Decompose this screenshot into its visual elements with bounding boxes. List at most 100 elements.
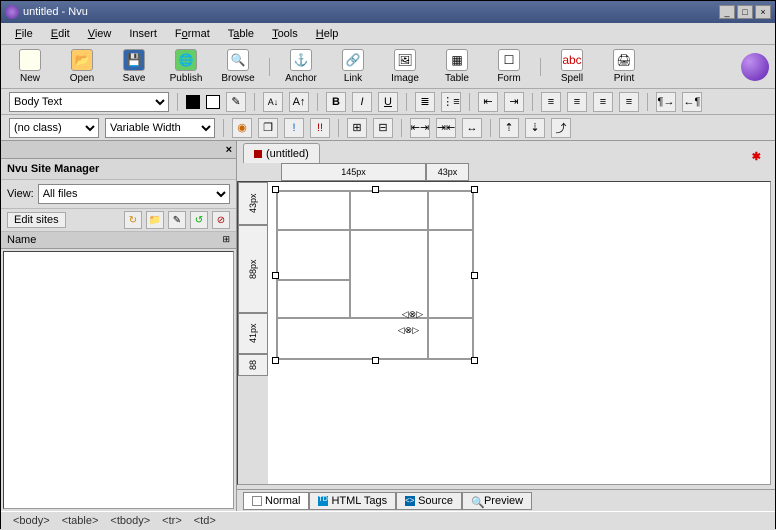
print-button[interactable]: 🖨Print xyxy=(601,49,647,84)
delete-icon[interactable]: ⊘ xyxy=(212,211,230,229)
paragraph-select[interactable]: Body Text xyxy=(9,92,169,112)
rename-icon[interactable]: ✎ xyxy=(168,211,186,229)
selected-table[interactable]: ◁⊗▷◁⊗▷ xyxy=(276,190,474,360)
close-tab-icon[interactable]: ✱ xyxy=(744,150,769,163)
breadcrumb-body[interactable]: <body> xyxy=(9,514,54,528)
align-justify-button[interactable]: ≡ xyxy=(619,92,639,112)
fg-color-swatch[interactable] xyxy=(186,95,200,109)
breadcrumb-tr[interactable]: <tr> xyxy=(158,514,186,528)
site-manager-title: Nvu Site Manager xyxy=(1,159,236,180)
save-button[interactable]: 💾Save xyxy=(111,49,157,84)
breadcrumb-table[interactable]: <table> xyxy=(58,514,103,528)
refresh-icon[interactable]: ↻ xyxy=(124,211,142,229)
handle-sw[interactable] xyxy=(272,357,279,364)
z-top-button[interactable]: ⤴ xyxy=(551,118,571,138)
app-icon xyxy=(5,5,19,19)
new-button[interactable]: New xyxy=(7,49,53,84)
handle-e[interactable] xyxy=(471,272,478,279)
edit-sites-button[interactable]: Edit sites xyxy=(7,212,66,228)
dir-rtl-button[interactable]: ←¶ xyxy=(682,92,702,112)
snap-button[interactable]: ↔ xyxy=(462,118,482,138)
menu-help[interactable]: Help xyxy=(308,26,347,42)
z-up-button[interactable]: ⇡ xyxy=(499,118,519,138)
dir-ltr-button[interactable]: ¶→ xyxy=(656,92,676,112)
menu-edit[interactable]: Edit xyxy=(43,26,78,42)
publish-button[interactable]: 🌐Publish xyxy=(163,49,209,84)
menu-insert[interactable]: Insert xyxy=(121,26,165,42)
view-select[interactable]: All files xyxy=(38,184,230,204)
name-column-header[interactable]: Name xyxy=(7,234,36,246)
larger-font-button[interactable]: A↑ xyxy=(289,92,309,112)
bold-button[interactable]: B xyxy=(326,92,346,112)
h-ruler-1[interactable]: 145px xyxy=(281,163,426,181)
v-ruler-3[interactable]: 41px xyxy=(238,313,268,354)
align-center-button[interactable]: ≡ xyxy=(567,92,587,112)
abs-pos-button[interactable]: ⊞ xyxy=(347,118,367,138)
em-button[interactable]: ◉ xyxy=(232,118,252,138)
smaller-font-button[interactable]: A↓ xyxy=(263,92,283,112)
document-tab[interactable]: (untitled) xyxy=(243,143,320,163)
v-ruler-1[interactable]: 43px xyxy=(238,182,268,225)
breadcrumb-tbody[interactable]: <tbody> xyxy=(106,514,154,528)
bring-front-button[interactable]: ⇤⇥ xyxy=(410,118,430,138)
site-manager-panel: × Nvu Site Manager View: All files Edit … xyxy=(1,141,237,511)
grid-button[interactable]: ⊟ xyxy=(373,118,393,138)
breadcrumb-td[interactable]: <td> xyxy=(190,514,220,528)
h-ruler-2[interactable]: 43px xyxy=(426,163,469,181)
font-select[interactable]: Variable Width xyxy=(105,118,215,138)
menubar: File Edit View Insert Format Table Tools… xyxy=(1,23,775,45)
menu-format[interactable]: Format xyxy=(167,26,218,42)
file-list[interactable] xyxy=(3,251,234,509)
spell-button[interactable]: abcSpell xyxy=(549,49,595,84)
handle-s[interactable] xyxy=(372,357,379,364)
highlight-icon[interactable]: ✎ xyxy=(226,92,246,112)
upload-icon[interactable]: ↺ xyxy=(190,211,208,229)
resize-row-icon[interactable]: ◁⊗▷ xyxy=(402,309,423,320)
layer-button[interactable]: ❐ xyxy=(258,118,278,138)
handle-n[interactable] xyxy=(372,186,379,193)
browse-button[interactable]: 🔍Browse xyxy=(215,49,261,84)
class-select[interactable]: (no class) xyxy=(9,118,99,138)
emphasis-button[interactable]: !! xyxy=(310,118,330,138)
indent-button[interactable]: ⇥ xyxy=(504,92,524,112)
strong-button[interactable]: ! xyxy=(284,118,304,138)
preview-tab[interactable]: 🔍Preview xyxy=(462,492,532,510)
bg-color-swatch[interactable] xyxy=(206,95,220,109)
underline-button[interactable]: U xyxy=(378,92,398,112)
handle-w[interactable] xyxy=(272,272,279,279)
outdent-button[interactable]: ⇤ xyxy=(478,92,498,112)
ol-button[interactable]: ⋮≡ xyxy=(441,92,461,112)
normal-tab[interactable]: Normal xyxy=(243,492,309,510)
new-folder-icon[interactable]: 📁 xyxy=(146,211,164,229)
send-back-button[interactable]: ⇥⇤ xyxy=(436,118,456,138)
z-down-button[interactable]: ⇣ xyxy=(525,118,545,138)
menu-file[interactable]: File xyxy=(7,26,41,42)
v-ruler-4[interactable]: 88 xyxy=(238,354,268,376)
column-expand-icon[interactable]: ⊞ xyxy=(222,234,230,246)
italic-button[interactable]: I xyxy=(352,92,372,112)
document-canvas[interactable]: ◁⊗▷◁⊗▷ xyxy=(268,182,770,484)
ul-button[interactable]: ≣ xyxy=(415,92,435,112)
source-tab[interactable]: <>Source xyxy=(396,492,462,510)
menu-view[interactable]: View xyxy=(80,26,120,42)
align-left-button[interactable]: ≡ xyxy=(541,92,561,112)
handle-ne[interactable] xyxy=(471,186,478,193)
link-button[interactable]: 🔗Link xyxy=(330,49,376,84)
menu-table[interactable]: Table xyxy=(220,26,262,42)
handle-nw[interactable] xyxy=(272,186,279,193)
close-button[interactable]: × xyxy=(755,5,771,19)
image-button[interactable]: 🖼Image xyxy=(382,49,428,84)
open-button[interactable]: 📂Open xyxy=(59,49,105,84)
window-title: untitled - Nvu xyxy=(23,6,719,18)
form-button[interactable]: ☐Form xyxy=(486,49,532,84)
handle-se[interactable] xyxy=(471,357,478,364)
menu-tools[interactable]: Tools xyxy=(264,26,306,42)
anchor-button[interactable]: ⚓Anchor xyxy=(278,49,324,84)
maximize-button[interactable]: □ xyxy=(737,5,753,19)
minimize-button[interactable]: _ xyxy=(719,5,735,19)
v-ruler-2[interactable]: 88px xyxy=(238,225,268,313)
htmltags-tab[interactable]: TDHTML Tags xyxy=(309,492,396,510)
panel-close-x[interactable]: × xyxy=(226,144,232,156)
table-button[interactable]: ▦Table xyxy=(434,49,480,84)
align-right-button[interactable]: ≡ xyxy=(593,92,613,112)
